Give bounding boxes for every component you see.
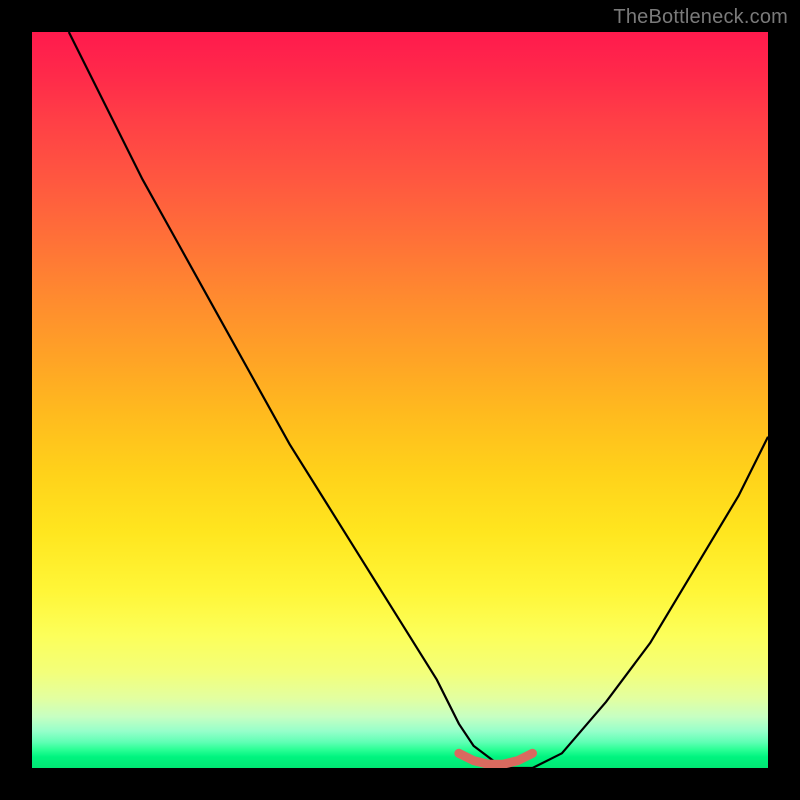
- watermark-text: TheBottleneck.com: [613, 6, 788, 29]
- optimal-region-marker: [459, 753, 533, 764]
- chart-frame: TheBottleneck.com: [0, 0, 800, 800]
- plot-area: [32, 32, 768, 768]
- curve-layer: [32, 32, 768, 768]
- bottleneck-curve: [69, 32, 768, 768]
